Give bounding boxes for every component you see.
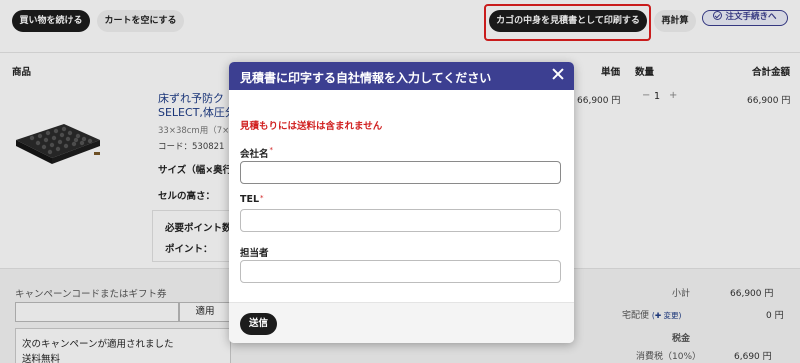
estimate-info-modal: 見積書に印字する自社情報を入力してください 見積もりには送料は含まれません 会社… bbox=[229, 62, 574, 343]
company-name-input[interactable] bbox=[240, 161, 561, 184]
modal-footer: 送信 bbox=[229, 302, 574, 343]
person-label: 担当者 bbox=[240, 248, 269, 259]
modal-header: 見積書に印字する自社情報を入力してください bbox=[229, 62, 574, 90]
tel-label-text: TEL bbox=[240, 194, 260, 205]
company-label: 会社名* bbox=[240, 146, 273, 160]
company-label-text: 会社名 bbox=[240, 149, 269, 160]
shipping-notice: 見積もりには送料は含まれません bbox=[240, 121, 383, 132]
submit-button[interactable]: 送信 bbox=[240, 313, 277, 335]
required-mark: * bbox=[269, 146, 274, 154]
required-mark: * bbox=[260, 194, 264, 202]
person-in-charge-input[interactable] bbox=[240, 260, 561, 283]
tel-label: TEL* bbox=[240, 194, 264, 205]
tel-input[interactable] bbox=[240, 209, 561, 232]
modal-title: 見積書に印字する自社情報を入力してください bbox=[240, 71, 492, 85]
close-icon[interactable] bbox=[551, 67, 565, 81]
